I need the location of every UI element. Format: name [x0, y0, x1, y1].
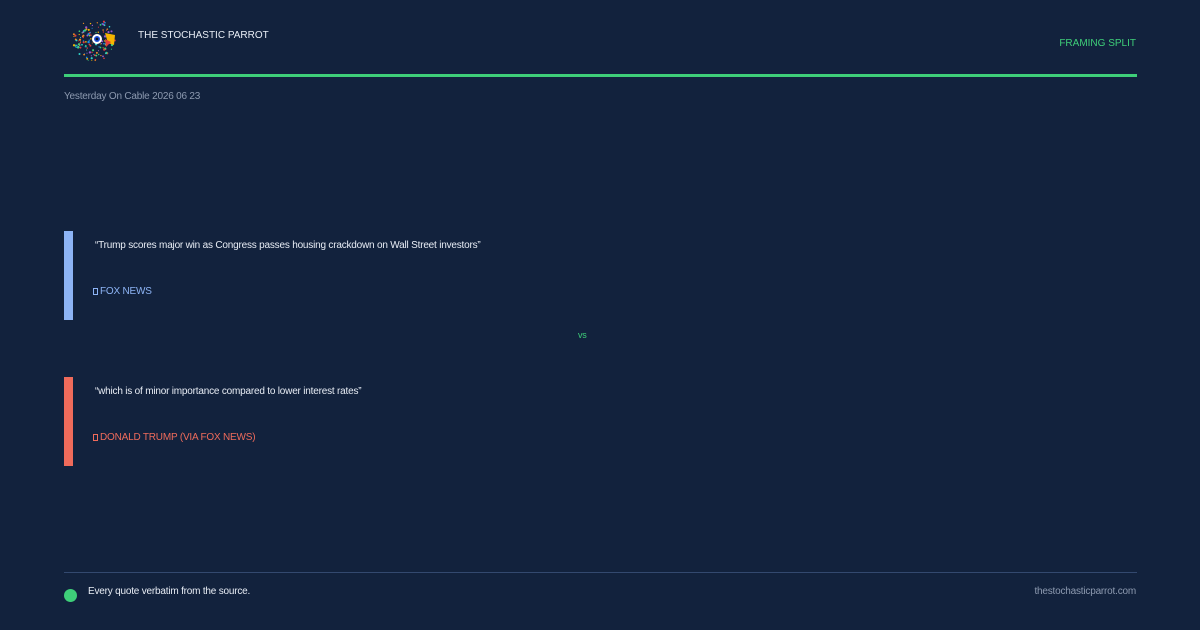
- source-icon: [93, 288, 98, 295]
- quote-source-label: FOX NEWS: [100, 286, 152, 297]
- quote-source: FOX NEWS: [93, 286, 152, 297]
- brand-name: THE STOCHASTIC PARROT: [138, 30, 269, 41]
- source-icon: [93, 434, 98, 441]
- quote-text: “which is of minor importance compared t…: [95, 386, 362, 397]
- quote-text: “Trump scores major win as Congress pass…: [95, 240, 481, 251]
- status-dot-icon: [64, 589, 77, 602]
- quote-card-speaker: “which is of minor importance compared t…: [64, 377, 1064, 466]
- parrot-logo-icon: [72, 20, 116, 62]
- quote-accent-bar: [64, 231, 73, 320]
- section-tag: FRAMING SPLIT: [1059, 38, 1136, 49]
- footer-rule: [64, 572, 1137, 573]
- quote-card-outlet: “Trump scores major win as Congress pass…: [64, 231, 1064, 320]
- header-rule: [64, 74, 1137, 77]
- quote-source-label: DONALD TRUMP (VIA FOX NEWS): [100, 432, 256, 443]
- quote-source: DONALD TRUMP (VIA FOX NEWS): [93, 432, 256, 443]
- page-subtitle: Yesterday On Cable 2026 06 23: [64, 91, 201, 102]
- vs-label: vs: [578, 330, 587, 340]
- footer-note: Every quote verbatim from the source.: [88, 586, 251, 597]
- quote-accent-bar: [64, 377, 73, 466]
- site-url: thestochasticparrot.com: [1034, 586, 1136, 597]
